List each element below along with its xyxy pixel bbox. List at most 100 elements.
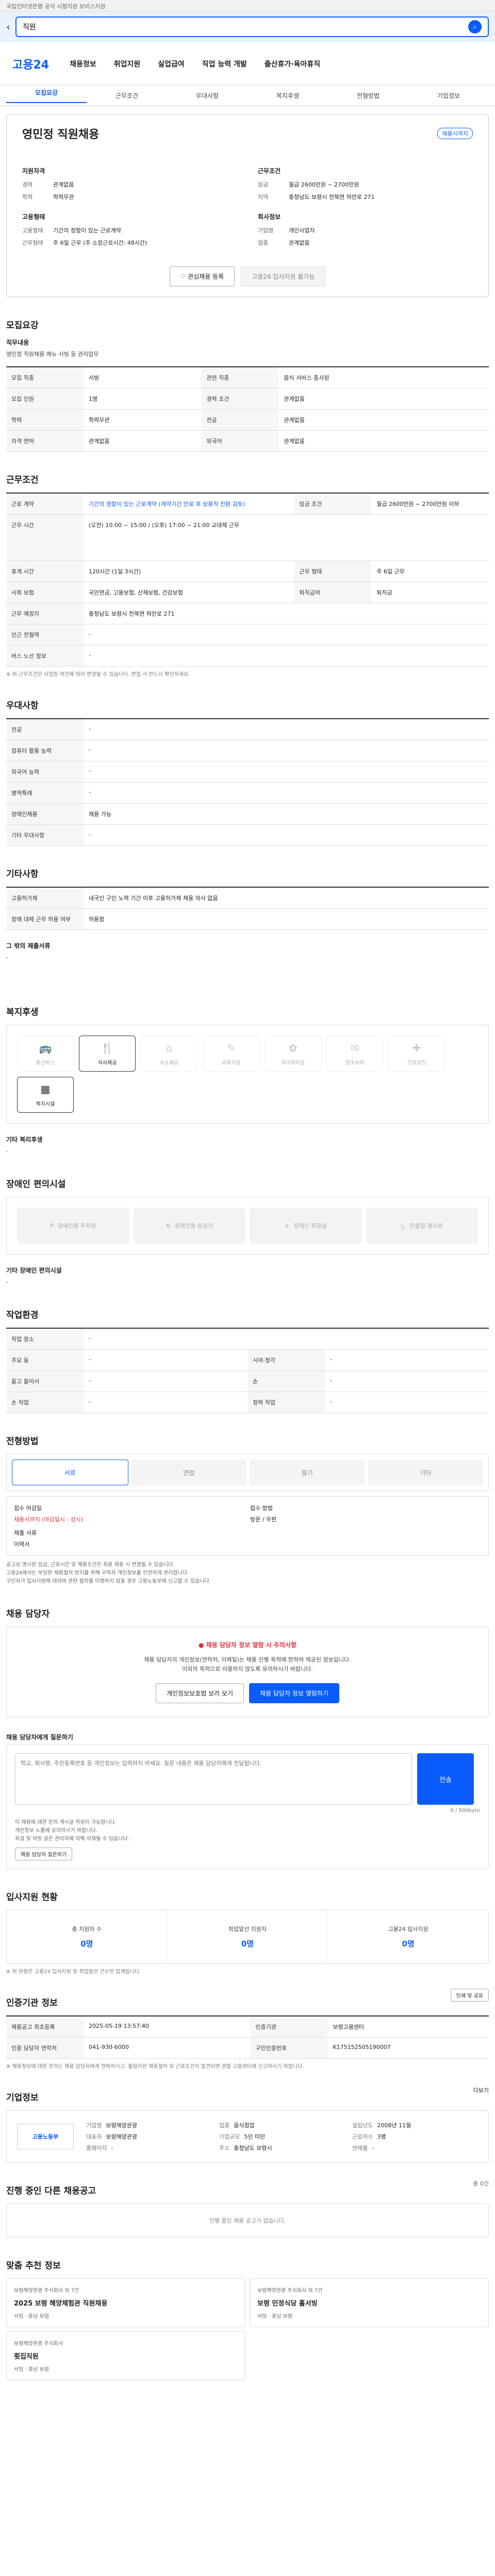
cell-value: - — [84, 740, 489, 761]
cell-key: 주요 동 — [6, 1349, 84, 1371]
recruit-table: 모집 직종 서빙 관련 직종 음식 서비스 종사원 모집 인원 1명 경력 조건 관계없음 … — [6, 366, 489, 452]
company-value: - — [111, 2145, 113, 2151]
cell-key: 병역특례 — [6, 782, 84, 804]
facility-label: 진출입 경사로 — [409, 1223, 443, 1229]
company-info: 기업명 보령해양관광 업종 음식점업 설립년도 2008년 11월 대표자 보령해양관광… — [86, 2121, 478, 2152]
cell-key: 외국어 능력 — [6, 761, 84, 783]
cell-value: 국민연금, 고용보험, 산재보험, 건강보험 — [84, 582, 294, 603]
qa-send-button[interactable]: 전송 — [417, 1753, 474, 1805]
qa-box: 전송 0 / 500byte 이 채용에 대한 문의 게시글 작성이 가능합니다… — [6, 1744, 489, 1869]
menu-item[interactable]: 직업 능력 개발 — [202, 59, 247, 69]
note-line: 이 채용에 대한 문의 게시글 작성이 가능합니다. — [15, 1820, 117, 1825]
menu-item[interactable]: 취업지원 — [114, 59, 141, 69]
welfare-label: 식사제공 — [97, 1060, 117, 1066]
welfare-label: 복지시설 — [36, 1101, 55, 1107]
section-title: 장애인 편의시설 — [6, 1179, 66, 1190]
section-title: 인증기관 정보 — [6, 1998, 58, 2008]
stat-item: 취업알선 지원자 0명 — [168, 1910, 328, 1963]
etc-table: 고용허가제 내국인 구인 노력 기간 이후 고용허가제 채용 의사 없음 장애 대… — [6, 887, 489, 930]
interest-button[interactable]: ♡ 관심채용 등록 — [169, 266, 235, 286]
section-title: 기타사항 — [6, 869, 39, 879]
table-row: 손 작업 - 청력 작업 - — [6, 1392, 489, 1413]
tab-conditions[interactable]: 근무조건 — [87, 91, 167, 100]
menu-item[interactable]: 출산휴가·육아휴직 — [265, 59, 320, 69]
contact-alert: 채용 담당자 정보 열람 시 주의사항 — [206, 1641, 297, 1649]
summary-key: 업종 — [258, 240, 269, 246]
recommendation-card[interactable]: 보령해양관광 주식회사 외 7건 2025 보령 해양체험관 직원채용 서빙 · 충… — [6, 2278, 245, 2327]
menu-item[interactable]: 실업급여 — [158, 59, 185, 69]
company-value: 보령해양관광 — [106, 2133, 138, 2140]
heart-icon: ♡ — [180, 273, 188, 280]
qa-notes: 이 채용에 대한 문의 게시글 작성이 가능합니다. 개인정보 노출에 유의하시… — [15, 1819, 480, 1843]
cell-key: 근무 형태 — [294, 561, 372, 582]
cell-value: 주 6일 근무 — [371, 561, 489, 582]
top-notice-bar: 국립인터넷은행 공식 시험지원 보이스지원 — [0, 0, 495, 11]
cell-key: 인증 담당자 연락처 — [6, 2037, 84, 2059]
parking-icon: P — [50, 1222, 54, 1229]
site-logo[interactable]: 고용24 — [12, 56, 49, 72]
section-title: 진행 중인 다른 채용공고 — [6, 2186, 96, 2196]
cell-value: 퇴직금 — [371, 582, 489, 603]
cell-key: 학력 — [6, 409, 84, 431]
summary-key: 임금 — [258, 181, 269, 188]
cell-value: 보령고용센터 — [327, 2016, 489, 2038]
company-value: 3명 — [377, 2133, 386, 2140]
summary-value: 기간의 정함이 있는 근로계약 — [53, 227, 121, 234]
table-row: 주요 동 - 시야·청각 - — [6, 1349, 489, 1371]
cell-key: 관련 직종 — [201, 367, 279, 388]
cell-key: 청력 작업 — [248, 1392, 325, 1413]
menu-item[interactable]: 채용정보 — [70, 59, 96, 69]
cell-value: - — [84, 1328, 489, 1350]
qa-more-button[interactable]: 채용 담당자 질문하기 — [15, 1848, 73, 1860]
search-icon[interactable]: ⌕ — [468, 20, 482, 33]
tab-prefer[interactable]: 우대사항 — [167, 91, 248, 100]
qa-textarea[interactable] — [15, 1753, 412, 1805]
step-written: 필기 — [250, 1460, 365, 1485]
apply-button[interactable]: 고용24 입사지원 불가능 — [241, 266, 326, 286]
cell-key: 들고 들어서 — [6, 1370, 84, 1392]
welfare-label: 통근버스 — [36, 1060, 55, 1066]
view-contact-button[interactable]: 채용 담당자 정보 열람하기 — [249, 1683, 339, 1703]
welfare-item: 🚌 통근버스 — [17, 1036, 74, 1072]
cell-key: 경력 조건 — [201, 388, 279, 410]
welfare-grid: 🚌 통근버스 🍴 식사제공 ⌂ 숙소제공 ✎ 교육지원 ✿ 자녀학자금 ✉ 경조사비 ✚ 건강… — [6, 1025, 489, 1124]
search-input[interactable] — [23, 23, 464, 31]
facility-item: ⇅ 장애인용 승강기 — [133, 1208, 245, 1244]
global-nav: 고용24 채용정보 취업지원 실업급여 직업 능력 개발 출산휴가·육아휴직 — [0, 42, 495, 86]
privacy-law-button[interactable]: 개인정보보호법 보러 보기 — [156, 1683, 244, 1703]
summary-value: 관계없음 — [289, 240, 310, 246]
welfare-label: 자녀학자금 — [281, 1060, 305, 1066]
search-box: ⌕ — [15, 16, 489, 37]
company-value: 음식점업 — [234, 2122, 255, 2129]
table-row: 모집 직종 서빙 관련 직종 음식 서비스 종사원 — [6, 367, 489, 388]
cell-value: 내국인 구인 노력 기간 이후 고용허가제 채용 의사 없음 — [84, 887, 489, 909]
application-stats: 총 지원자 수 0명 취업알선 지원자 0명 고용24 입사지원 0명 — [6, 1910, 489, 1964]
cell-key: 전공 — [6, 719, 84, 740]
facility-item: P 장애인용 주차장 — [17, 1208, 129, 1244]
cell-key: 버스 노선 정보 — [6, 645, 84, 667]
gift-icon: ✉ — [350, 1041, 359, 1054]
cell-value: 관계없음 — [278, 430, 489, 452]
stat-item: 고용24 입사지원 0명 — [328, 1910, 488, 1963]
book-icon: ✎ — [226, 1041, 236, 1054]
tab-recruit[interactable]: 모집요강 — [6, 88, 87, 103]
table-row: 모집 인원 1명 경력 조건 관계없음 — [6, 388, 489, 410]
recommendation-card[interactable]: 보령해양관광 주식회사 횟집직원 서빙 · 충남 보령 — [6, 2331, 245, 2380]
cell-key: 근무 예정지 — [6, 603, 84, 624]
prefer-table: 전공 - 컴퓨터 활용 능력 - 외국어 능력 - 병역특례 - 장애인채용 채용 가능 … — [6, 718, 489, 846]
tab-welfare[interactable]: 복지후생 — [248, 91, 328, 100]
cell-value: 월급 2600만원 ~ 2700만원 이하 — [371, 493, 489, 515]
back-arrow-icon[interactable]: ‹ — [6, 21, 10, 33]
tab-selection[interactable]: 전형방법 — [328, 91, 408, 100]
cell-key: 임금 조건 — [294, 493, 372, 515]
print-share-button[interactable]: 인쇄 및 공유 — [450, 1989, 489, 2002]
tab-company[interactable]: 기업정보 — [408, 91, 489, 100]
company-more-link[interactable]: 더보기 — [473, 2086, 489, 2094]
section-title: 전형방법 — [6, 1436, 39, 1447]
company-value: 2008년 11월 — [377, 2122, 411, 2129]
cell-value: - — [325, 1392, 489, 1413]
stat-value: 0명 — [241, 1939, 254, 1948]
recommendation-card[interactable]: 보령해양관광 주식회사 외 7건 보령 민정식당 홀서빙 서빙 · 충남 보령 — [250, 2278, 489, 2327]
footer-space — [6, 2380, 489, 2401]
cell-key: 휴게 시간 — [6, 561, 84, 582]
